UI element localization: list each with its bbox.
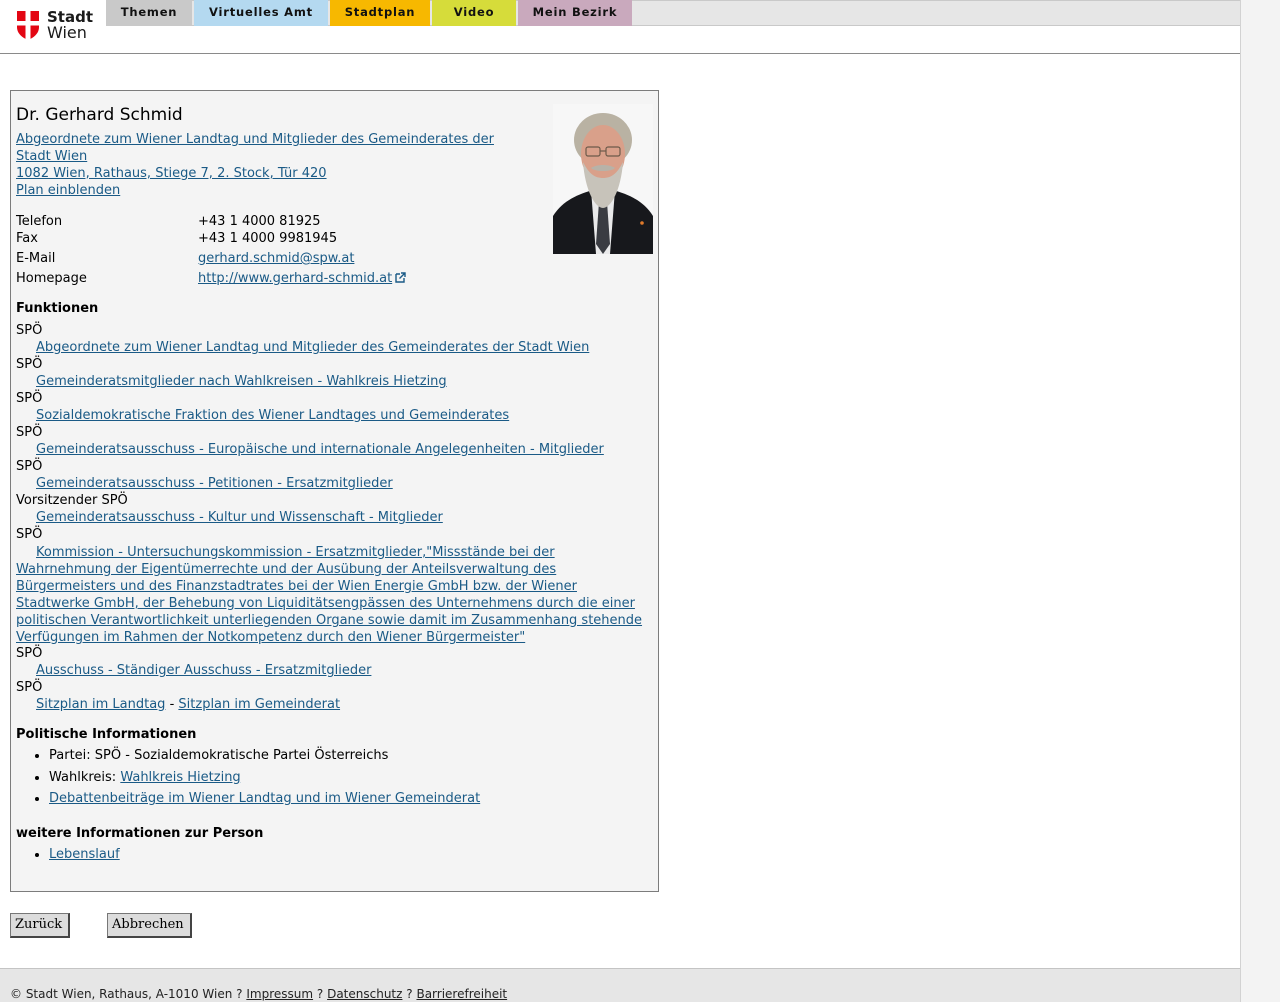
function-link-untersuchungskommission[interactable]: Kommission - Untersuchungskommission - E… bbox=[16, 545, 642, 645]
seating-plan-row: Sitzplan im Landtag - Sitzplan im Gemein… bbox=[36, 697, 340, 712]
phone-value: +43 1 4000 81925 bbox=[198, 214, 321, 229]
nav-tab-video[interactable]: Video bbox=[432, 0, 516, 26]
sitzplan-landtag-link[interactable]: Sitzplan im Landtag bbox=[36, 697, 165, 712]
portrait-photo bbox=[553, 104, 653, 254]
political-info-list: Partei: SPÖ - Sozialdemokratische Partei… bbox=[16, 745, 480, 810]
wahlkreis-label: Wahlkreis: bbox=[49, 769, 121, 785]
list-item: Lebenslauf bbox=[49, 844, 120, 866]
main-nav: Themen Virtuelles Amt Stadtplan Video Me… bbox=[106, 0, 634, 26]
function-link[interactable]: Sozialdemokratische Fraktion des Wiener … bbox=[36, 408, 509, 423]
function-link[interactable]: Gemeinderatsausschuss - Europäische und … bbox=[36, 442, 604, 457]
function-link[interactable]: Gemeinderatsausschuss - Petitionen - Ers… bbox=[36, 476, 393, 491]
seating-separator: - bbox=[169, 697, 175, 712]
fax-value: +43 1 4000 9981945 bbox=[198, 231, 338, 246]
function-party: SPÖ bbox=[16, 391, 43, 406]
nav-tab-themen[interactable]: Themen bbox=[106, 0, 192, 26]
function-party: SPÖ bbox=[16, 323, 43, 338]
wien-shield-icon bbox=[17, 11, 39, 40]
function-link[interactable]: Gemeinderatsmitglieder nach Wahlkreisen … bbox=[36, 374, 447, 389]
impressum-link[interactable]: Impressum bbox=[246, 987, 313, 1001]
datenschutz-link[interactable]: Datenschutz bbox=[327, 987, 402, 1001]
homepage-link[interactable]: http://www.gerhard-schmid.at bbox=[198, 271, 392, 286]
nav-tab-virtuelles-amt[interactable]: Virtuelles Amt bbox=[194, 0, 328, 26]
nav-tab-stadtplan[interactable]: Stadtplan bbox=[330, 0, 430, 26]
external-link-icon bbox=[395, 272, 406, 283]
partei-text: Partei: SPÖ - Sozialdemokratische Partei… bbox=[49, 748, 389, 763]
copyright-text: © Stadt Wien, Rathaus, A-1010 Wien bbox=[10, 987, 233, 1001]
function-party: SPÖ bbox=[16, 459, 43, 474]
homepage-row: http://www.gerhard-schmid.at bbox=[198, 271, 406, 286]
sitzplan-gemeinderat-link[interactable]: Sitzplan im Gemeinderat bbox=[178, 697, 340, 712]
role-link-line1[interactable]: Abgeordnete zum Wiener Landtag und Mitgl… bbox=[16, 132, 494, 147]
function-party: SPÖ bbox=[16, 527, 43, 542]
debattenbeitraege-link[interactable]: Debattenbeiträge im Wiener Landtag und i… bbox=[49, 791, 480, 806]
weitere-informationen-heading: weitere Informationen zur Person bbox=[16, 826, 264, 841]
list-item: Wahlkreis: Wahlkreis Hietzing bbox=[49, 767, 480, 789]
phone-label: Telefon bbox=[16, 214, 63, 229]
function-link-wrapper: Kommission - Untersuchungskommission - E… bbox=[16, 544, 648, 646]
back-button[interactable]: Zurück bbox=[10, 913, 71, 938]
function-party: SPÖ bbox=[16, 646, 43, 661]
fax-label: Fax bbox=[16, 231, 38, 246]
stadt-wien-logo[interactable]: Stadt Wien bbox=[16, 10, 96, 42]
footer-separator: ? bbox=[236, 987, 243, 1001]
scrollbar-track[interactable] bbox=[1240, 0, 1280, 1002]
address-link[interactable]: 1082 Wien, Rathaus, Stiege 7, 2. Stock, … bbox=[16, 166, 327, 181]
more-info-list: Lebenslauf bbox=[16, 844, 120, 866]
politische-informationen-heading: Politische Informationen bbox=[16, 727, 197, 742]
lebenslauf-link[interactable]: Lebenslauf bbox=[49, 847, 120, 862]
nav-tab-mein-bezirk[interactable]: Mein Bezirk bbox=[518, 0, 632, 26]
cancel-button[interactable]: Abbrechen bbox=[107, 913, 192, 938]
function-party: SPÖ bbox=[16, 425, 43, 440]
function-link[interactable]: Abgeordnete zum Wiener Landtag und Mitgl… bbox=[36, 340, 589, 355]
list-item: Partei: SPÖ - Sozialdemokratische Partei… bbox=[49, 745, 480, 767]
homepage-label: Homepage bbox=[16, 271, 87, 286]
function-party: SPÖ bbox=[16, 357, 43, 372]
person-detail-panel: Dr. Gerhard Schmid Abgeordnete zum Wiene… bbox=[10, 90, 659, 892]
list-item: Debattenbeiträge im Wiener Landtag und i… bbox=[49, 788, 480, 810]
function-link[interactable]: Gemeinderatsausschuss - Kultur und Wisse… bbox=[36, 510, 443, 525]
role-link-line2[interactable]: Stadt Wien bbox=[16, 149, 87, 164]
footer-separator: ? bbox=[406, 987, 413, 1001]
barrierefreiheit-link[interactable]: Barrierefreiheit bbox=[416, 987, 507, 1001]
email-label: E-Mail bbox=[16, 251, 56, 266]
footer-separator: ? bbox=[316, 987, 324, 1001]
site-footer: © Stadt Wien, Rathaus, A-1010 Wien ? Imp… bbox=[0, 968, 1240, 1002]
logo-line-wien: Wien bbox=[47, 23, 87, 42]
function-party: SPÖ bbox=[16, 680, 43, 695]
function-link[interactable]: Ausschuss - Ständiger Ausschuss - Ersatz… bbox=[36, 663, 371, 678]
funktionen-heading: Funktionen bbox=[16, 301, 99, 316]
email-link[interactable]: gerhard.schmid@spw.at bbox=[198, 251, 354, 266]
site-header: Stadt Wien Themen Virtuelles Amt Stadtpl… bbox=[0, 0, 1240, 54]
plan-einblenden-link[interactable]: Plan einblenden bbox=[16, 183, 120, 198]
wahlkreis-link[interactable]: Wahlkreis Hietzing bbox=[120, 770, 240, 785]
function-party: Vorsitzender SPÖ bbox=[16, 493, 128, 508]
logo-text: Stadt Wien bbox=[47, 10, 93, 41]
person-name: Dr. Gerhard Schmid bbox=[16, 105, 183, 125]
